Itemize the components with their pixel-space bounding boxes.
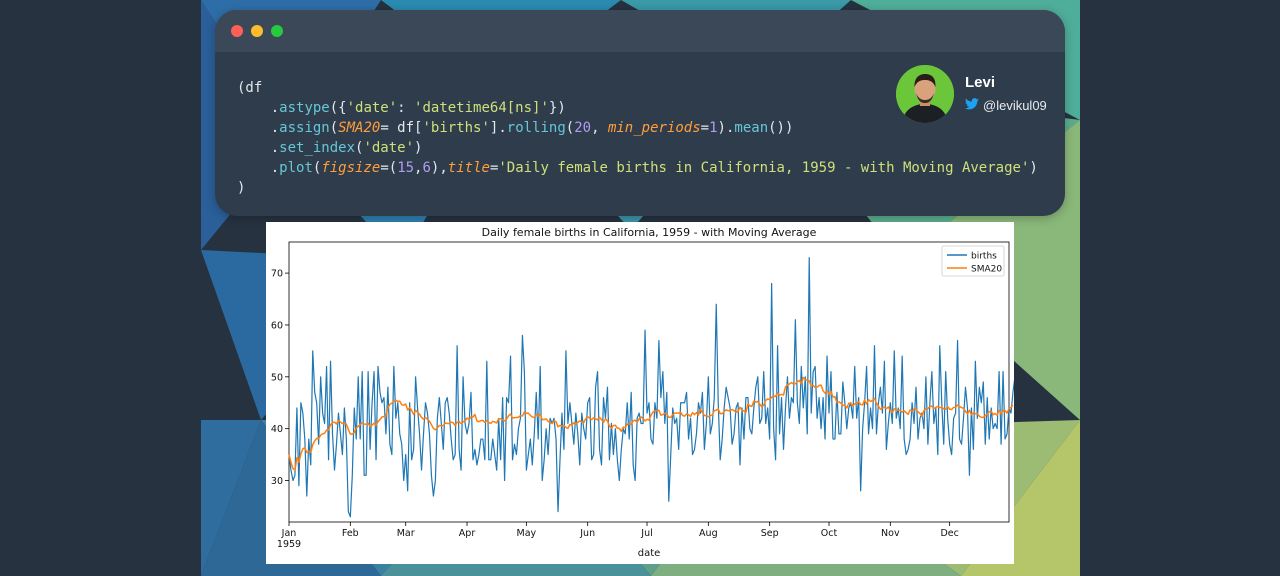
code-token: ( xyxy=(565,120,575,136)
x-tick-label: Dec xyxy=(940,528,958,539)
code-token: 1 xyxy=(709,120,718,136)
x-axis-label: date xyxy=(638,548,661,559)
code-token: 'datetime64[ns]' xyxy=(414,100,549,116)
avatar xyxy=(896,65,954,123)
code-token: . xyxy=(237,120,280,136)
author-handle: @levikul09 xyxy=(983,98,1047,113)
code-line: ) xyxy=(237,178,1038,198)
code-token: 'Daily female births in California, 1959… xyxy=(498,160,1030,176)
code-token: ) xyxy=(237,180,246,196)
code-token: 'date' xyxy=(346,100,398,116)
x-tick-label: Aug xyxy=(699,528,718,539)
code-token: ()) xyxy=(768,120,794,136)
code-token: 6 xyxy=(422,160,431,176)
code-token: ) xyxy=(414,140,423,156)
code-token: . xyxy=(237,140,280,156)
author-name: Levi xyxy=(965,74,996,91)
code-token: assign xyxy=(279,120,330,136)
code-token: 15 xyxy=(397,160,415,176)
maximize-dot[interactable] xyxy=(271,25,283,37)
code-token: = df[ xyxy=(380,120,423,136)
code-token: ). xyxy=(717,120,735,136)
y-tick-label: 70 xyxy=(271,269,283,280)
x-tick-label: Sep xyxy=(761,528,779,539)
code-token: 'date' xyxy=(363,140,415,156)
legend: births SMA20 xyxy=(941,245,1005,277)
legend-label: SMA20 xyxy=(971,265,1002,275)
x-tick-label: May xyxy=(517,528,537,539)
window-titlebar xyxy=(215,10,1065,52)
y-axis: 30 40 50 60 70 xyxy=(271,269,289,487)
x-tick-label: Jan xyxy=(281,528,297,539)
series-line-births xyxy=(288,256,1014,518)
x-tick-label: Jun xyxy=(579,528,595,539)
code-token: 'births' xyxy=(422,120,490,136)
code-token: . xyxy=(237,100,280,116)
code-token: ) xyxy=(1029,160,1038,176)
twitter-bird-icon xyxy=(965,98,979,113)
code-token: set_index xyxy=(279,140,356,156)
code-token: figsize xyxy=(321,160,381,176)
code-token: min_periods xyxy=(607,120,701,136)
code-token: : xyxy=(397,100,415,116)
y-tick-label: 30 xyxy=(271,476,283,487)
code-token: SMA20 xyxy=(338,120,381,136)
code-line: .set_index('date') xyxy=(237,138,1038,158)
code-token: ({ xyxy=(329,100,347,116)
legend-label: births xyxy=(971,252,997,262)
x-tick-label: Apr xyxy=(459,528,476,539)
code-token: title xyxy=(447,160,490,176)
code-token: 20 xyxy=(574,120,592,136)
code-token: = xyxy=(700,120,710,136)
code-token: . xyxy=(237,160,280,176)
y-tick-label: 60 xyxy=(271,320,283,331)
x-tick-label: Mar xyxy=(397,528,415,539)
author-handle-row[interactable]: @levikul09 xyxy=(965,98,1047,113)
line-chart: Daily female births in California, 1959 … xyxy=(271,226,1014,559)
code-token: , xyxy=(591,120,608,136)
close-dot[interactable] xyxy=(231,25,243,37)
code-token: =( xyxy=(380,160,398,176)
code-token: astype xyxy=(279,100,330,116)
x-tick-label: Oct xyxy=(821,528,838,539)
code-token: }) xyxy=(548,100,566,116)
y-tick-label: 40 xyxy=(271,424,283,435)
code-token: (df xyxy=(237,80,263,96)
minimize-dot[interactable] xyxy=(251,25,263,37)
chart-title: Daily female births in California, 1959 … xyxy=(482,226,817,239)
chart-panel: Daily female births in California, 1959 … xyxy=(266,222,1014,564)
code-token: mean xyxy=(734,120,769,136)
code-token: plot xyxy=(279,160,313,176)
code-line: .plot(figsize=(15,6),title='Daily female… xyxy=(237,158,1038,178)
x-tick-label: Nov xyxy=(881,528,900,539)
code-card: (df .astype({'date': 'datetime64[ns]'}) … xyxy=(215,10,1065,216)
code-token: ), xyxy=(430,160,448,176)
y-tick-label: 50 xyxy=(271,372,283,383)
x-tick-sublabel: 1959 xyxy=(277,539,301,550)
code-token: ]. xyxy=(489,120,507,136)
x-tick-label: Jul xyxy=(640,528,652,539)
code-token: ( xyxy=(329,120,339,136)
x-tick-label: Feb xyxy=(342,528,359,539)
x-axis: Jan1959 Feb Mar Apr May Jun Jul Aug Sep Oct Nov Dec xyxy=(277,522,959,550)
series-layer xyxy=(288,256,1014,518)
code-token: rolling xyxy=(506,120,566,136)
